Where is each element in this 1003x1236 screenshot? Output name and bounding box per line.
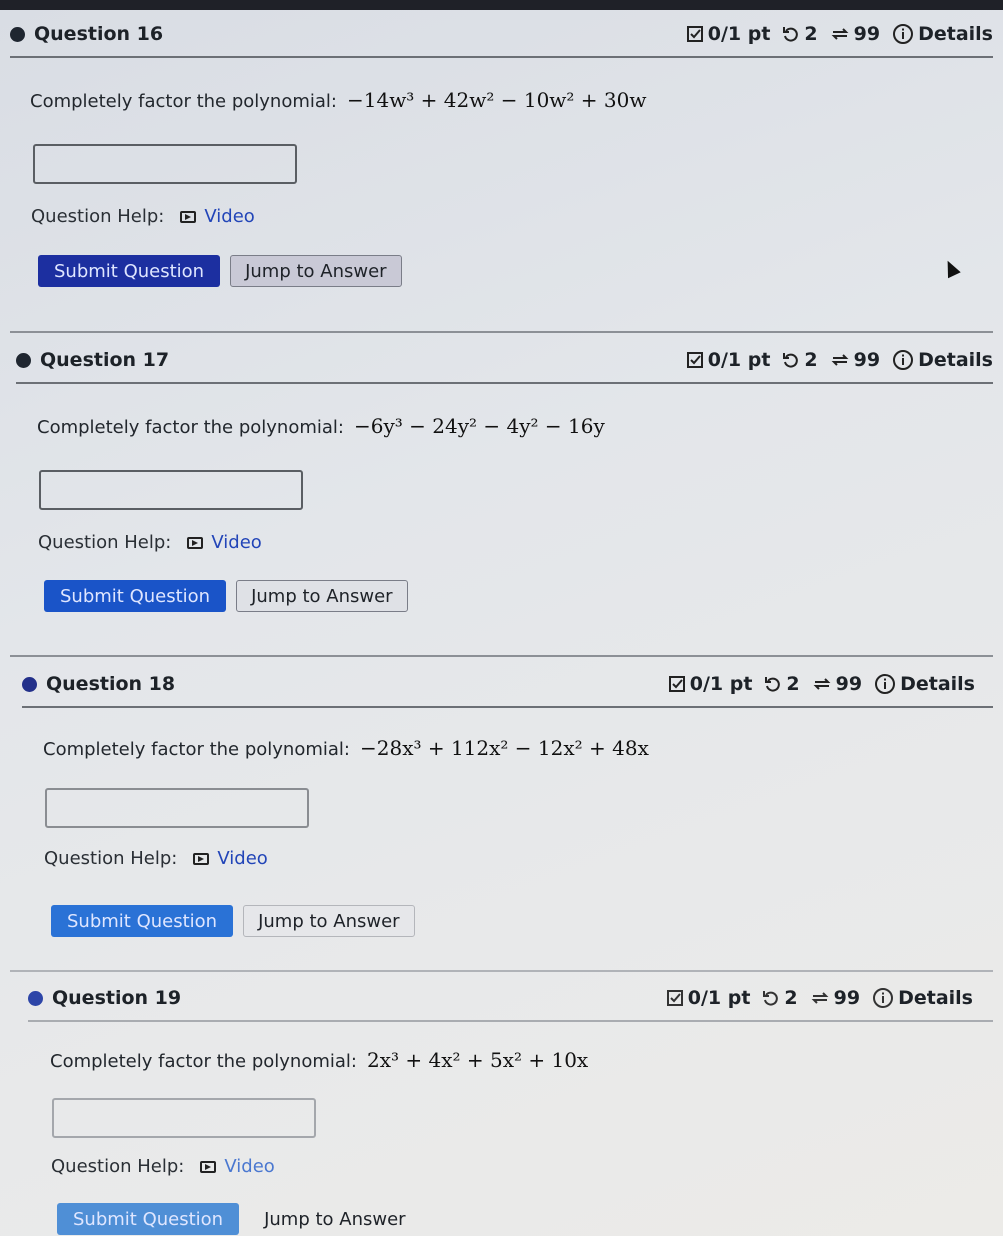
attempts-count: 99 [833, 987, 861, 1009]
info-icon [892, 349, 914, 371]
details-button[interactable]: Details [872, 987, 973, 1009]
polynomial-expression: 2x³ + 4x² + 5x² + 10x [366, 1048, 589, 1072]
video-icon [187, 536, 204, 549]
polynomial-expression: −6y³ − 24y² − 4y² − 16y [353, 414, 605, 438]
question-title: Question 16 [34, 23, 164, 45]
score-text: 0/1 pt [689, 673, 753, 695]
submit-question-button[interactable]: Submit Question [38, 255, 221, 287]
details-label: Details [918, 23, 993, 45]
jump-to-answer-button[interactable]: Jump to Answer [249, 1203, 421, 1235]
retry-icon [764, 675, 782, 693]
question-meta: 0/1 pt 2 99 Details [674, 349, 993, 371]
question-header: Question 17 0/1 pt 2 99 Details [16, 338, 993, 384]
retries-count: 2 [804, 23, 818, 45]
score-text: 0/1 pt [707, 349, 771, 371]
question-bullet-icon [16, 352, 31, 368]
retry-icon [762, 989, 780, 1007]
question-header: Question 16 0/1 pt 2 99 Details [10, 12, 993, 58]
attempts-icon [830, 25, 850, 43]
answer-input[interactable] [52, 1098, 316, 1138]
question-bullet-icon [28, 990, 43, 1006]
question-bullet-icon [10, 26, 25, 42]
question-prompt: Completely factor the polynomial: [50, 1051, 357, 1072]
video-link[interactable]: Video [180, 206, 255, 227]
mouse-cursor-icon [941, 257, 961, 279]
info-icon [874, 673, 896, 695]
attempts-count: 99 [835, 673, 863, 695]
question-help-label: Question Help: [44, 848, 178, 869]
retry-icon [782, 25, 800, 43]
details-label: Details [898, 987, 973, 1009]
question-title: Question 17 [40, 349, 170, 371]
details-button[interactable]: Details [892, 23, 993, 45]
attempts-icon [812, 675, 832, 693]
jump-to-answer-button[interactable]: Jump to Answer [230, 255, 402, 287]
video-link[interactable]: Video [193, 848, 268, 869]
question-prompt: Completely factor the polynomial: [37, 417, 344, 438]
score-text: 0/1 pt [707, 23, 771, 45]
retries-count: 2 [804, 349, 818, 371]
attempts-count: 99 [853, 23, 881, 45]
question-meta: 0/1 pt 2 99 Details [654, 987, 973, 1009]
answer-input[interactable] [33, 144, 297, 184]
video-icon [200, 1160, 217, 1173]
retries-count: 2 [786, 673, 800, 695]
submit-question-button[interactable]: Submit Question [57, 1203, 240, 1235]
question-prompt: Completely factor the polynomial: [30, 91, 337, 112]
jump-to-answer-button[interactable]: Jump to Answer [243, 905, 415, 937]
question-title: Question 18 [46, 673, 176, 695]
question-prompt: Completely factor the polynomial: [43, 739, 350, 760]
question-title: Question 19 [52, 987, 182, 1009]
divider [10, 331, 993, 333]
info-icon [892, 23, 914, 45]
details-button[interactable]: Details [874, 673, 975, 695]
question-bullet-icon [22, 676, 37, 692]
checkbox-score-icon [686, 25, 704, 43]
answer-input[interactable] [39, 470, 303, 510]
info-icon [872, 987, 894, 1009]
checkbox-score-icon [668, 675, 686, 693]
question-help-label: Question Help: [38, 532, 172, 553]
details-label: Details [918, 349, 993, 371]
checkbox-score-icon [666, 989, 684, 1007]
score-text: 0/1 pt [687, 987, 751, 1009]
attempts-icon [810, 989, 830, 1007]
question-header: Question 19 0/1 pt 2 99 Details [28, 976, 993, 1022]
jump-to-answer-button[interactable]: Jump to Answer [236, 580, 408, 612]
retry-icon [782, 351, 800, 369]
video-link[interactable]: Video [187, 532, 262, 553]
divider [10, 970, 993, 972]
attempts-icon [830, 351, 850, 369]
details-label: Details [900, 673, 975, 695]
submit-question-button[interactable]: Submit Question [44, 580, 227, 612]
question-header: Question 18 0/1 pt 2 99 Details [22, 662, 993, 708]
answer-input[interactable] [45, 788, 309, 828]
attempts-count: 99 [853, 349, 881, 371]
polynomial-expression: −28x³ + 112x² − 12x² + 48x [359, 736, 649, 760]
question-meta: 0/1 pt 2 99 Details [674, 23, 993, 45]
question-help-label: Question Help: [51, 1156, 185, 1177]
retries-count: 2 [784, 987, 798, 1009]
assignment-page: Question 16 0/1 pt 2 99 Details Complete… [0, 10, 1003, 1236]
question-meta: 0/1 pt 2 99 Details [656, 673, 975, 695]
video-link[interactable]: Video [200, 1156, 275, 1177]
submit-question-button[interactable]: Submit Question [51, 905, 234, 937]
divider [10, 655, 993, 657]
details-button[interactable]: Details [892, 349, 993, 371]
checkbox-score-icon [686, 351, 704, 369]
video-icon [180, 210, 197, 223]
polynomial-expression: −14w³ + 42w² − 10w² + 30w [346, 88, 647, 112]
question-help-label: Question Help: [31, 206, 165, 227]
video-icon [193, 852, 210, 865]
